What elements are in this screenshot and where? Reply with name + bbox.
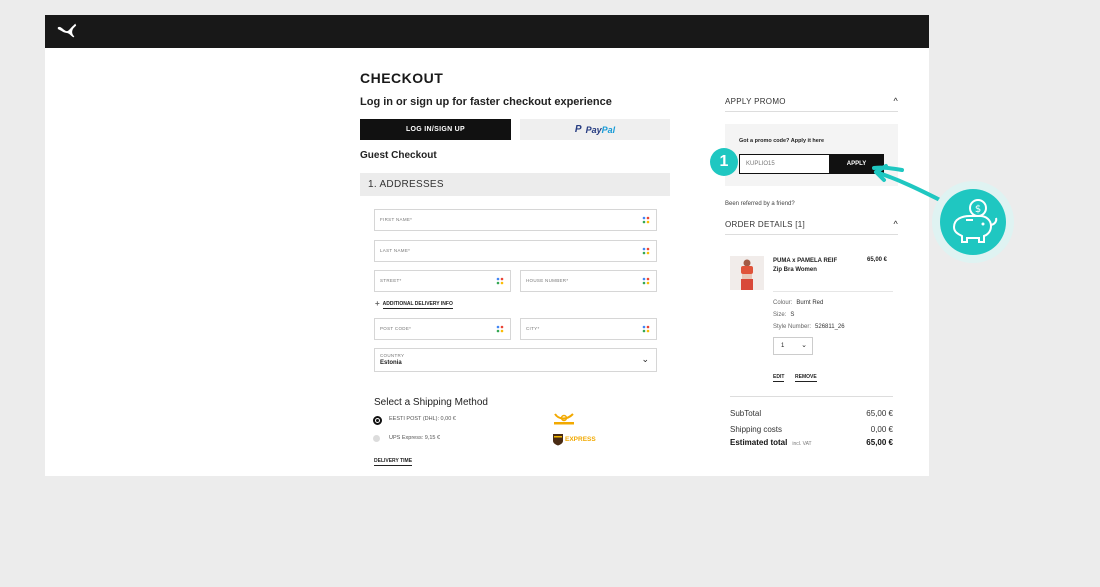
savings-badge: $ bbox=[940, 189, 1006, 255]
country-select[interactable]: COUNTRY Estonia ⌄ bbox=[374, 348, 657, 372]
chevron-down-icon: ⌄ bbox=[641, 354, 649, 364]
house-number-label: HOUSE NUMBER* bbox=[526, 278, 569, 283]
first-name-field[interactable]: FIRST NAME* bbox=[374, 209, 657, 231]
first-name-label: FIRST NAME* bbox=[380, 217, 413, 222]
svg-text:$: $ bbox=[975, 204, 981, 215]
shipping-method-title: Select a Shipping Method bbox=[374, 397, 488, 408]
order-details-label: ORDER DETAILS [1] bbox=[725, 220, 806, 229]
product-image[interactable] bbox=[730, 256, 764, 290]
autofill-icon bbox=[642, 247, 650, 255]
paypal-label-part1: Pay bbox=[585, 124, 602, 135]
colour-label: Colour: bbox=[773, 300, 793, 306]
quantity-select[interactable]: 1 ⌄ bbox=[773, 337, 813, 355]
style-label: Style Number: bbox=[773, 324, 812, 330]
size-label: Size: bbox=[773, 312, 787, 318]
last-name-field[interactable]: LAST NAME* bbox=[374, 240, 657, 262]
apply-promo-header[interactable]: APPLY PROMO ^ bbox=[725, 96, 898, 112]
subtotal-value: 65,00 € bbox=[866, 409, 893, 418]
colour-value: Burnt Red bbox=[796, 300, 824, 306]
chevron-down-icon: ⌄ bbox=[801, 342, 807, 349]
post-code-field[interactable]: POST CODE* bbox=[374, 318, 511, 340]
post-code-label: POST CODE* bbox=[380, 326, 412, 331]
pointer-arrow-icon bbox=[872, 164, 942, 202]
page-title: CHECKOUT bbox=[360, 70, 444, 86]
referred-friend-link[interactable]: Been referred by a friend? bbox=[725, 201, 795, 207]
product-name[interactable]: PUMA x PAMELA REIF Zip Bra Women bbox=[773, 257, 843, 275]
city-label: CITY* bbox=[526, 326, 540, 331]
estimated-total-label: Estimated total incl. VAT bbox=[730, 438, 812, 447]
remove-item-link[interactable]: REMOVE bbox=[795, 374, 817, 382]
piggy-bank-icon: $ bbox=[952, 199, 998, 243]
city-field[interactable]: CITY* bbox=[520, 318, 657, 340]
login-prompt: Log in or sign up for faster checkout ex… bbox=[360, 96, 612, 108]
street-label: STREET* bbox=[380, 278, 402, 283]
shipping-costs-value: 0,00 € bbox=[870, 425, 893, 434]
street-field[interactable]: STREET* bbox=[374, 270, 511, 292]
additional-delivery-info-link[interactable]: + ADDITIONAL DELIVERY INFO bbox=[375, 299, 453, 309]
edit-item-link[interactable]: EDIT bbox=[773, 374, 785, 382]
size-value: S bbox=[790, 312, 795, 318]
autofill-icon bbox=[642, 277, 650, 285]
delivery-time-link[interactable]: DELIVERY TIME bbox=[374, 458, 413, 466]
vat-note: incl. VAT bbox=[792, 441, 812, 447]
subtotal-label: SubTotal bbox=[730, 409, 762, 418]
checkout-page: CHECKOUT Log in or sign up for faster ch… bbox=[45, 15, 929, 476]
eesti-post-logo-icon bbox=[554, 413, 574, 425]
style-value: 526811_26 bbox=[815, 324, 845, 330]
product-price: 65,00 € bbox=[867, 257, 888, 263]
shipping-option-ups-label: UPS Express: 9,15 € bbox=[389, 435, 441, 441]
quantity-value: 1 bbox=[781, 343, 785, 349]
additional-delivery-info-label: ADDITIONAL DELIVERY INFO bbox=[382, 300, 453, 309]
ups-express-text: EXPRESS bbox=[565, 436, 596, 443]
promo-question: Got a promo code? Apply it here bbox=[739, 138, 825, 144]
autofill-icon bbox=[496, 325, 504, 333]
divider bbox=[773, 291, 893, 292]
autofill-icon bbox=[642, 325, 650, 333]
addresses-section-header[interactable]: 1. ADDRESSES bbox=[360, 173, 670, 196]
step-number-badge: 1 bbox=[710, 148, 738, 176]
autofill-icon bbox=[642, 216, 650, 224]
guest-checkout-title: Guest Checkout bbox=[360, 150, 437, 161]
login-signup-button[interactable]: LOG IN/SIGN UP bbox=[360, 119, 511, 140]
ups-express-logo-icon: EXPRESS bbox=[552, 433, 596, 446]
promo-code-input[interactable]: KUPLIO15 bbox=[739, 154, 830, 174]
chevron-up-icon: ^ bbox=[893, 219, 898, 229]
product-style-number: Style Number: 526811_26 bbox=[773, 324, 845, 330]
estimated-total-value: 65,00 € bbox=[866, 438, 893, 447]
last-name-label: LAST NAME* bbox=[380, 248, 411, 253]
shipping-option-eesti-post-radio[interactable] bbox=[373, 416, 382, 425]
product-size: Size: S bbox=[773, 312, 794, 318]
autofill-icon bbox=[496, 277, 504, 285]
plus-icon: + bbox=[375, 299, 380, 308]
order-details-header[interactable]: ORDER DETAILS [1] ^ bbox=[725, 219, 898, 235]
puma-logo-icon[interactable] bbox=[56, 21, 78, 41]
house-number-field[interactable]: HOUSE NUMBER* bbox=[520, 270, 657, 292]
promo-code-value: KUPLIO15 bbox=[746, 161, 775, 167]
shipping-option-ups-radio[interactable] bbox=[373, 435, 380, 442]
shipping-option-eesti-post-label: EESTI POST (DHL): 0,00 € bbox=[389, 416, 456, 422]
paypal-label-part2: Pal bbox=[601, 124, 616, 135]
country-value: Estonia bbox=[380, 360, 402, 366]
addresses-section-label: 1. ADDRESSES bbox=[368, 179, 444, 190]
shipping-costs-label: Shipping costs bbox=[730, 425, 783, 434]
divider bbox=[730, 396, 893, 397]
apply-promo-label: APPLY PROMO bbox=[725, 97, 786, 106]
paypal-icon: P bbox=[574, 124, 582, 135]
product-photo-icon bbox=[730, 256, 764, 290]
ups-shield-icon bbox=[553, 434, 563, 446]
chevron-up-icon: ^ bbox=[893, 96, 898, 106]
country-label: COUNTRY bbox=[380, 353, 405, 358]
product-colour: Colour: Burnt Red bbox=[773, 300, 823, 306]
paypal-button[interactable]: P Pay Pal bbox=[520, 119, 670, 140]
top-bar bbox=[45, 15, 929, 48]
estimated-total-text: Estimated total bbox=[730, 438, 788, 447]
